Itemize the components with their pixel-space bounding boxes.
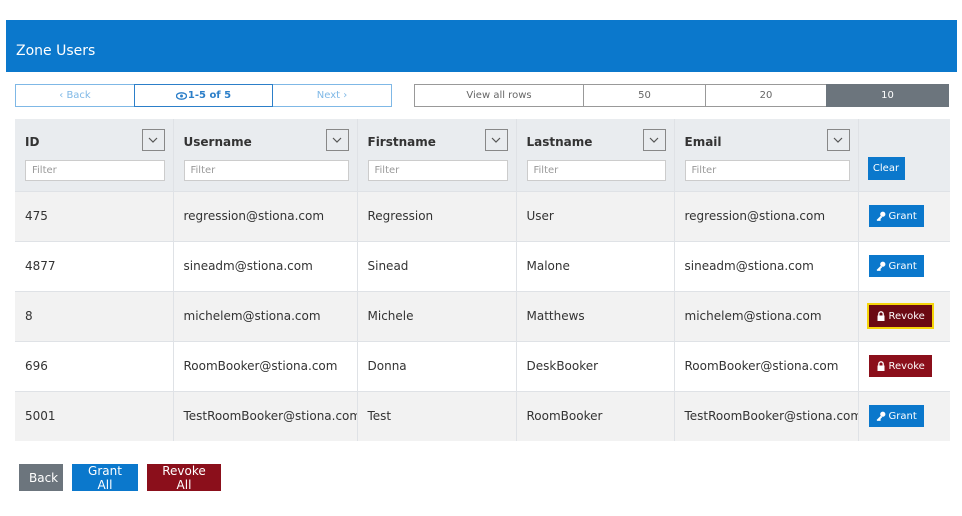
cell-email: regression@stiona.com: [673, 190, 858, 241]
column-header-lastname: Lastname: [515, 119, 674, 191]
cell-lastname: User: [515, 190, 674, 241]
cell-id: 696: [15, 340, 173, 391]
cell-firstname: Donna: [356, 340, 516, 391]
cell-lastname: Malone: [515, 240, 674, 291]
column-label: Username: [183, 135, 252, 149]
rows-per-page-selector: View all rows 50 20 10: [414, 84, 949, 107]
column-label: Lastname: [526, 135, 593, 149]
cell-id: 8: [15, 290, 173, 341]
cell-lastname: DeskBooker: [515, 340, 674, 391]
filter-input-email[interactable]: [684, 160, 850, 181]
table-row: 475 regression@stiona.com Regression User re…: [15, 190, 950, 241]
action-label: Grant: [888, 410, 917, 422]
column-header-username: Username: [172, 119, 357, 191]
revoke-button[interactable]: Revoke: [868, 355, 932, 377]
cell-username: TestRoomBooker@stiona.com: [172, 390, 357, 441]
page-title: Zone Users: [16, 43, 96, 59]
sort-dropdown-button[interactable]: [826, 129, 850, 151]
column-header-email: Email: [673, 119, 858, 191]
cell-username: michelem@stiona.com: [172, 290, 357, 341]
action-label: Revoke: [888, 360, 925, 372]
action-label: Revoke: [888, 310, 925, 322]
key-icon: [876, 211, 885, 221]
table-row: 5001 TestRoomBooker@stiona.com Test RoomBoo…: [15, 390, 950, 441]
next-page-button[interactable]: Next ›: [272, 84, 392, 107]
cell-action: Grant: [857, 190, 950, 241]
cell-username: sineadm@stiona.com: [172, 240, 357, 291]
revoke-all-button[interactable]: Revoke All: [147, 464, 221, 492]
column-header-actions: Clear: [857, 119, 950, 191]
cell-action: Grant: [857, 240, 950, 291]
clear-filters-button[interactable]: Clear: [867, 157, 905, 180]
rows-option-20[interactable]: 20: [705, 84, 827, 107]
cell-username: RoomBooker@stiona.com: [172, 340, 357, 391]
cell-email: TestRoomBooker@stiona.com: [673, 390, 858, 441]
zone-users-table: ID Username Firstname Lastname Email: [15, 119, 950, 441]
cell-email: sineadm@stiona.com: [673, 240, 858, 291]
filter-input-firstname[interactable]: [367, 160, 508, 181]
table-row: 8 michelem@stiona.com Michele Matthews miche…: [15, 290, 950, 341]
rows-option-10[interactable]: 10: [826, 84, 949, 107]
cell-firstname: Test: [356, 390, 516, 441]
pagination: ‹ Back 1-5 of 5 Next ›: [15, 84, 392, 107]
chevron-down-icon: [649, 137, 659, 143]
cell-action: Revoke: [857, 340, 950, 391]
column-label: ID: [25, 135, 40, 149]
action-label: Grant: [888, 260, 917, 272]
cell-firstname: Sinead: [356, 240, 516, 291]
cell-action: Grant: [857, 390, 950, 441]
table-row: 4877 sineadm@stiona.com Sinead Malone sinead…: [15, 240, 950, 291]
rows-option-50[interactable]: 50: [583, 84, 706, 107]
column-label: Firstname: [367, 135, 436, 149]
sort-dropdown-button[interactable]: [141, 129, 165, 151]
back-button[interactable]: Back: [19, 464, 63, 491]
filter-input-lastname[interactable]: [526, 160, 666, 181]
key-icon: [876, 411, 885, 422]
cell-lastname: RoomBooker: [515, 390, 674, 441]
cell-action: Revoke: [857, 290, 950, 341]
cell-lastname: Matthews: [515, 290, 674, 341]
back-page-button[interactable]: ‹ Back: [15, 84, 135, 107]
page-header: Zone Users: [6, 20, 957, 72]
column-label: Email: [684, 135, 722, 149]
filter-input-id[interactable]: [25, 160, 165, 181]
cell-firstname: Regression: [356, 190, 516, 241]
filter-input-username[interactable]: [183, 160, 349, 181]
cell-username: regression@stiona.com: [172, 190, 357, 241]
action-label: Grant: [888, 210, 917, 222]
grant-button[interactable]: Grant: [868, 255, 924, 277]
page-info: 1-5 of 5: [134, 84, 273, 107]
grant-button[interactable]: Grant: [868, 205, 924, 227]
cell-id: 4877: [15, 240, 173, 291]
chevron-down-icon: [833, 137, 843, 143]
lock-icon: [877, 361, 884, 371]
chevron-down-icon: [491, 137, 501, 143]
cell-email: RoomBooker@stiona.com: [673, 340, 858, 391]
cell-id: 5001: [15, 390, 173, 441]
footer-actions: Back Grant All Revoke All: [19, 464, 221, 492]
page-info-label: 1-5 of 5: [187, 90, 232, 101]
sort-dropdown-button[interactable]: [642, 129, 666, 151]
column-header-id: ID: [15, 119, 173, 191]
cell-id: 475: [15, 190, 173, 241]
column-header-firstname: Firstname: [356, 119, 516, 191]
chevron-down-icon: [148, 137, 158, 143]
lock-icon: [877, 311, 884, 321]
table-row: 696 RoomBooker@stiona.com Donna DeskBooker R…: [15, 340, 950, 391]
grant-all-button[interactable]: Grant All: [72, 464, 138, 492]
grant-button[interactable]: Grant: [868, 405, 924, 428]
eye-icon: [175, 91, 187, 100]
table-header-row: ID Username Firstname Lastname Email: [15, 119, 950, 191]
key-icon: [876, 261, 885, 271]
sort-dropdown-button[interactable]: [325, 129, 349, 151]
sort-dropdown-button[interactable]: [484, 129, 508, 151]
cell-email: michelem@stiona.com: [673, 290, 858, 341]
revoke-button[interactable]: Revoke: [866, 303, 934, 329]
rows-option-all[interactable]: View all rows: [414, 84, 584, 107]
cell-firstname: Michele: [356, 290, 516, 341]
chevron-down-icon: [332, 137, 342, 143]
